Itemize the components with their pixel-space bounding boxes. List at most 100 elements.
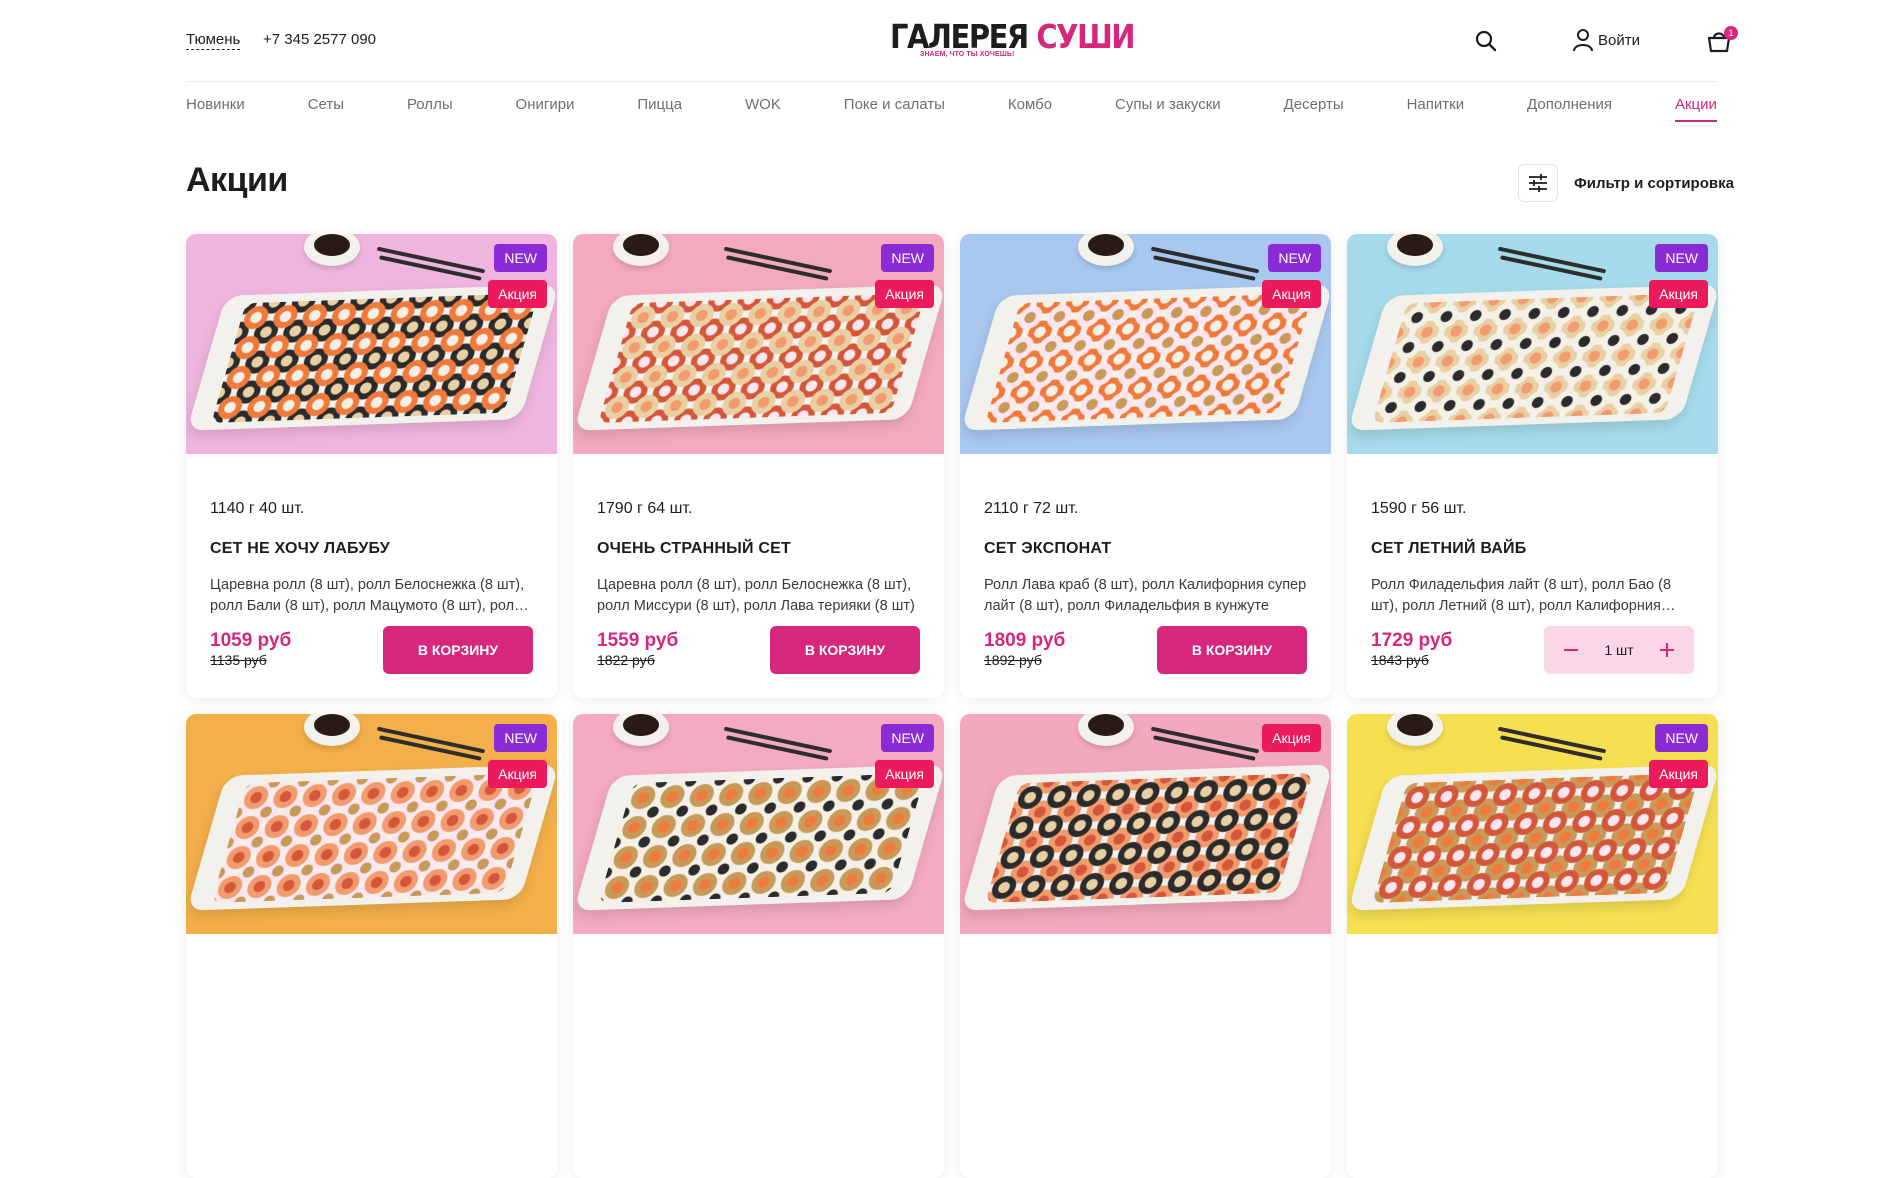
login-label: Войти [1598, 31, 1640, 49]
chopsticks [1150, 726, 1260, 754]
product-image[interactable]: NEW Акция [186, 234, 557, 454]
soy-sauce-bowl [304, 234, 360, 266]
product-image[interactable]: NEW Акция [1347, 234, 1718, 454]
sale-badge: Акция [488, 280, 547, 308]
category-nav: Новинки Сеты Роллы Онигири Пицца WOK Поке и са… [186, 82, 1717, 128]
product-weight: 2110 г 72 шт. [984, 500, 1079, 517]
product-price: 1559 руб [597, 630, 679, 651]
soy-sauce-bowl [1387, 234, 1443, 266]
product-description: Ролл Филадельфия лайт (8 шт), ролл Бао (… [1371, 577, 1672, 614]
nav-item-10[interactable]: Напитки [1407, 82, 1465, 128]
nav-item-4[interactable]: Пицца [637, 82, 682, 128]
header-bar: Тюмень +7 345 2577 090 ГАЛЕРЕЯ СУШИ ЗНАЕ… [186, 0, 1738, 82]
product-price: 1059 руб [210, 630, 292, 651]
cart-button[interactable]: 1 [1706, 26, 1738, 54]
page-title: Акции [186, 161, 288, 199]
chopsticks [1497, 726, 1607, 754]
nav-item-11[interactable]: Дополнения [1527, 82, 1612, 128]
sushi-rolls [598, 772, 926, 904]
minus-icon[interactable] [1562, 641, 1580, 659]
new-badge: NEW [1655, 244, 1708, 272]
nav-item-7[interactable]: Комбо [1008, 82, 1052, 128]
city-selector[interactable]: Тюмень [186, 31, 241, 50]
product-card[interactable]: NEW Акция 2110 г 72 шт. СЕТ ЭКСПОНАТ Ролл Ла… [960, 234, 1331, 698]
quantity-value: 1 шт [1604, 642, 1634, 658]
sushi-rolls [598, 292, 926, 424]
product-card[interactable]: NEW Акция [1347, 714, 1718, 1178]
soy-sauce-bowl [1387, 714, 1443, 746]
user-icon [1573, 29, 1593, 52]
filter-icon [1518, 164, 1558, 202]
plus-icon[interactable] [1658, 641, 1676, 659]
new-badge: NEW [1268, 244, 1321, 272]
quantity-stepper: 1 шт [1544, 626, 1694, 674]
soy-sauce-bowl [1078, 714, 1134, 746]
soy-sauce-bowl [613, 714, 669, 746]
product-card[interactable]: NEW Акция 1790 г 64 шт. ОЧЕНЬ СТРАННЫЙ СЕТ Ц… [573, 234, 944, 698]
sale-badge: Акция [875, 280, 934, 308]
product-image[interactable]: NEW Акция [960, 234, 1331, 454]
sushi-rolls [1372, 292, 1700, 424]
nav-item-5[interactable]: WOK [745, 82, 781, 128]
product-price: 1729 руб [1371, 630, 1453, 651]
add-to-cart-button[interactable]: В КОРЗИНУ [1157, 626, 1307, 674]
chopsticks [376, 246, 486, 274]
chopsticks [723, 246, 833, 274]
sushi-rolls [1372, 772, 1700, 904]
product-description: Царевна ролл (8 шт), ролл Белоснежка (8 … [597, 577, 915, 614]
product-old-price: 1843 руб [1371, 652, 1429, 668]
nav-item-8[interactable]: Супы и закуски [1115, 82, 1221, 128]
chopsticks [723, 726, 833, 754]
product-old-price: 1892 руб [984, 652, 1042, 668]
nav-item-2[interactable]: Роллы [407, 82, 453, 128]
nav-item-9[interactable]: Десерты [1284, 82, 1344, 128]
product-grid: NEW Акция 1140 г 40 шт. СЕТ НЕ ХОЧУ ЛАБУБУ Ц… [186, 234, 1718, 1178]
nav-item-6[interactable]: Поке и салаты [844, 82, 945, 128]
product-price: 1809 руб [984, 630, 1066, 651]
product-title[interactable]: ОЧЕНЬ СТРАННЫЙ СЕТ [597, 540, 791, 558]
product-card[interactable]: NEW Акция [573, 714, 944, 1178]
search-icon[interactable] [1474, 29, 1498, 53]
new-badge: NEW [494, 244, 547, 272]
soy-sauce-bowl [613, 234, 669, 266]
product-image[interactable]: Акция [960, 714, 1331, 934]
product-image[interactable]: NEW Акция [186, 714, 557, 934]
product-card[interactable]: Акция [960, 714, 1331, 1178]
filter-sort-button[interactable]: Фильтр и сортировка [1518, 164, 1734, 202]
product-image[interactable]: NEW Акция [1347, 714, 1718, 934]
product-old-price: 1822 руб [597, 652, 655, 668]
sale-badge: Акция [1649, 280, 1708, 308]
new-badge: NEW [1655, 724, 1708, 752]
sushi-rolls [985, 772, 1313, 904]
product-title[interactable]: СЕТ НЕ ХОЧУ ЛАБУБУ [210, 540, 390, 558]
sale-badge: Акция [1649, 760, 1708, 788]
login-button[interactable]: Войти [1572, 28, 1640, 52]
site-logo[interactable]: ГАЛЕРЕЯ СУШИ ЗНАЕМ, ЧТО ТЫ ХОЧЕШЬ! [890, 18, 1136, 60]
product-image[interactable]: NEW Акция [573, 714, 944, 934]
nav-item-12[interactable]: Акции [1674, 82, 1717, 128]
product-card[interactable]: NEW Акция 1590 г 56 шт. СЕТ ЛЕТНИЙ ВАЙБ Ролл… [1347, 234, 1718, 698]
product-card[interactable]: NEW Акция [186, 714, 557, 1178]
sale-badge: Акция [1262, 724, 1321, 752]
site-header: Тюмень +7 345 2577 090 ГАЛЕРЕЯ СУШИ ЗНАЕ… [0, 0, 1903, 82]
nav-item-3[interactable]: Онигири [516, 82, 575, 128]
chopsticks [376, 726, 486, 754]
nav-item-0[interactable]: Новинки [186, 82, 245, 128]
soy-sauce-bowl [1078, 234, 1134, 266]
sushi-rolls [985, 292, 1313, 424]
cart-count-badge: 1 [1724, 26, 1738, 40]
product-title[interactable]: СЕТ ЛЕТНИЙ ВАЙБ [1371, 540, 1526, 558]
logo-wordmark: ГАЛЕРЕЯ СУШИ [890, 16, 1136, 56]
product-old-price: 1135 руб [210, 652, 267, 668]
chopsticks [1150, 246, 1260, 274]
filter-label: Фильтр и сортировка [1574, 174, 1734, 192]
product-title[interactable]: СЕТ ЭКСПОНАТ [984, 540, 1111, 558]
product-image[interactable]: NEW Акция [573, 234, 944, 454]
add-to-cart-button[interactable]: В КОРЗИНУ [383, 626, 533, 674]
phone-link[interactable]: +7 345 2577 090 [263, 31, 376, 49]
new-badge: NEW [881, 244, 934, 272]
nav-item-1[interactable]: Сеты [308, 82, 344, 128]
new-badge: NEW [881, 724, 934, 752]
product-card[interactable]: NEW Акция 1140 г 40 шт. СЕТ НЕ ХОЧУ ЛАБУБУ Ц… [186, 234, 557, 698]
add-to-cart-button[interactable]: В КОРЗИНУ [770, 626, 920, 674]
